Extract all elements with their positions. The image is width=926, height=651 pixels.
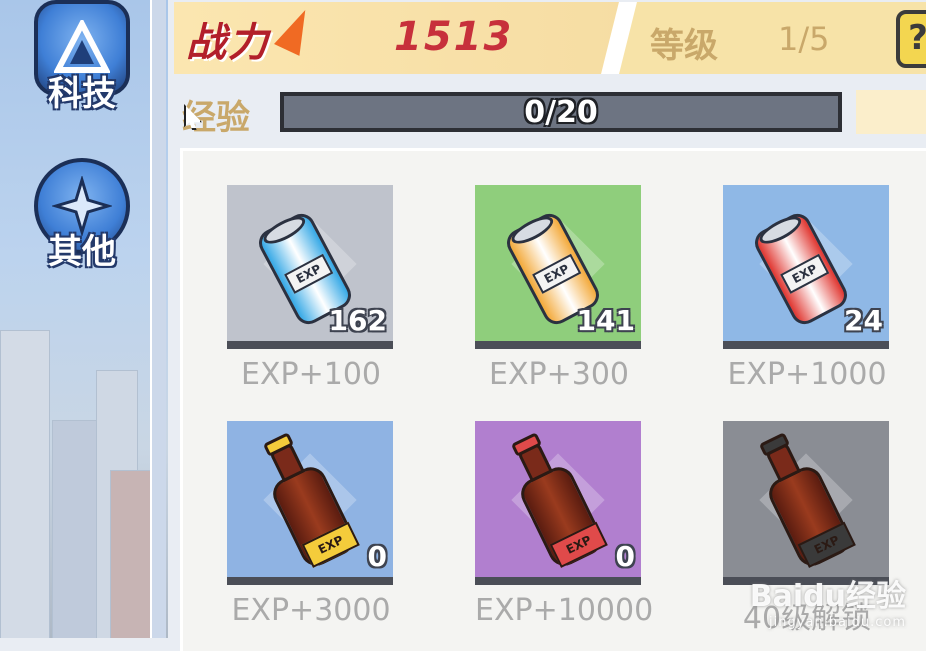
item-count: 24 (844, 304, 883, 337)
help-icon[interactable]: ? (896, 10, 926, 68)
building-decoration (0, 330, 50, 638)
item-count: 0 (367, 540, 387, 573)
item-count: 141 (576, 304, 635, 337)
bottle-label: EXP (301, 521, 360, 568)
item-exp-value: EXP+300 (489, 357, 629, 392)
experience-progress-text: 0/20 (524, 95, 598, 130)
nav-divider (150, 0, 166, 638)
exp-item-card[interactable]: EXP (723, 421, 889, 585)
exp-item-card[interactable]: EXP 24 (723, 185, 889, 349)
item-exp-value: EXP+10000 (475, 593, 654, 628)
bottle-label: EXP (549, 521, 608, 568)
bottle-label: EXP (797, 521, 856, 568)
combat-power-label: 战力 (186, 20, 270, 66)
exp-item-card[interactable]: EXP 0 (227, 421, 393, 585)
level-label: 等级 (650, 26, 718, 66)
item-count: 162 (328, 304, 387, 337)
can-label: EXP (284, 253, 334, 294)
level-value: 1/5 (778, 20, 830, 58)
watermark: Baidu经验 jingyan.baidu.com (750, 571, 906, 630)
can-label: EXP (780, 253, 830, 294)
watermark-sub: jingyan.baidu.com (769, 615, 906, 630)
stats-header: 战力 1513 等级 1/5 ? (174, 2, 926, 74)
can-lid (507, 211, 557, 249)
combat-power-value: 1513 (394, 14, 514, 60)
nav-other-label: 其他 (48, 232, 116, 272)
exp-item-card[interactable]: EXP 162 (227, 185, 393, 349)
nav-tech-label: 科技 (48, 74, 116, 114)
nav-other-button[interactable]: 其他 (22, 158, 142, 273)
exp-item-slot[interactable]: EXP 0 EXP+3000 (227, 421, 395, 628)
item-exp-value: EXP+1000 (727, 357, 887, 392)
can-lid (259, 211, 309, 249)
exp-item-slot[interactable]: EXP 162 EXP+100 (227, 185, 395, 392)
experience-side-panel (856, 90, 926, 134)
can-lid (755, 211, 805, 249)
watermark-main: Baidu经验 (749, 579, 906, 614)
experience-progress-bar: 0/20 (280, 92, 842, 132)
item-exp-value: EXP+100 (241, 357, 381, 392)
exp-item-slot[interactable]: EXP 0 EXP+10000 (475, 421, 654, 628)
exp-item-slot[interactable]: EXP 141 EXP+300 (475, 185, 643, 392)
exp-item-card[interactable]: EXP 0 (475, 421, 641, 585)
item-exp-value: EXP+3000 (231, 593, 391, 628)
exp-item-card[interactable]: EXP 141 (475, 185, 641, 349)
item-count: 0 (615, 540, 635, 573)
exp-item-slot[interactable]: EXP 24 EXP+1000 (723, 185, 891, 392)
nav-tech-button[interactable]: 科技 (22, 0, 142, 115)
can-label: EXP (532, 253, 582, 294)
